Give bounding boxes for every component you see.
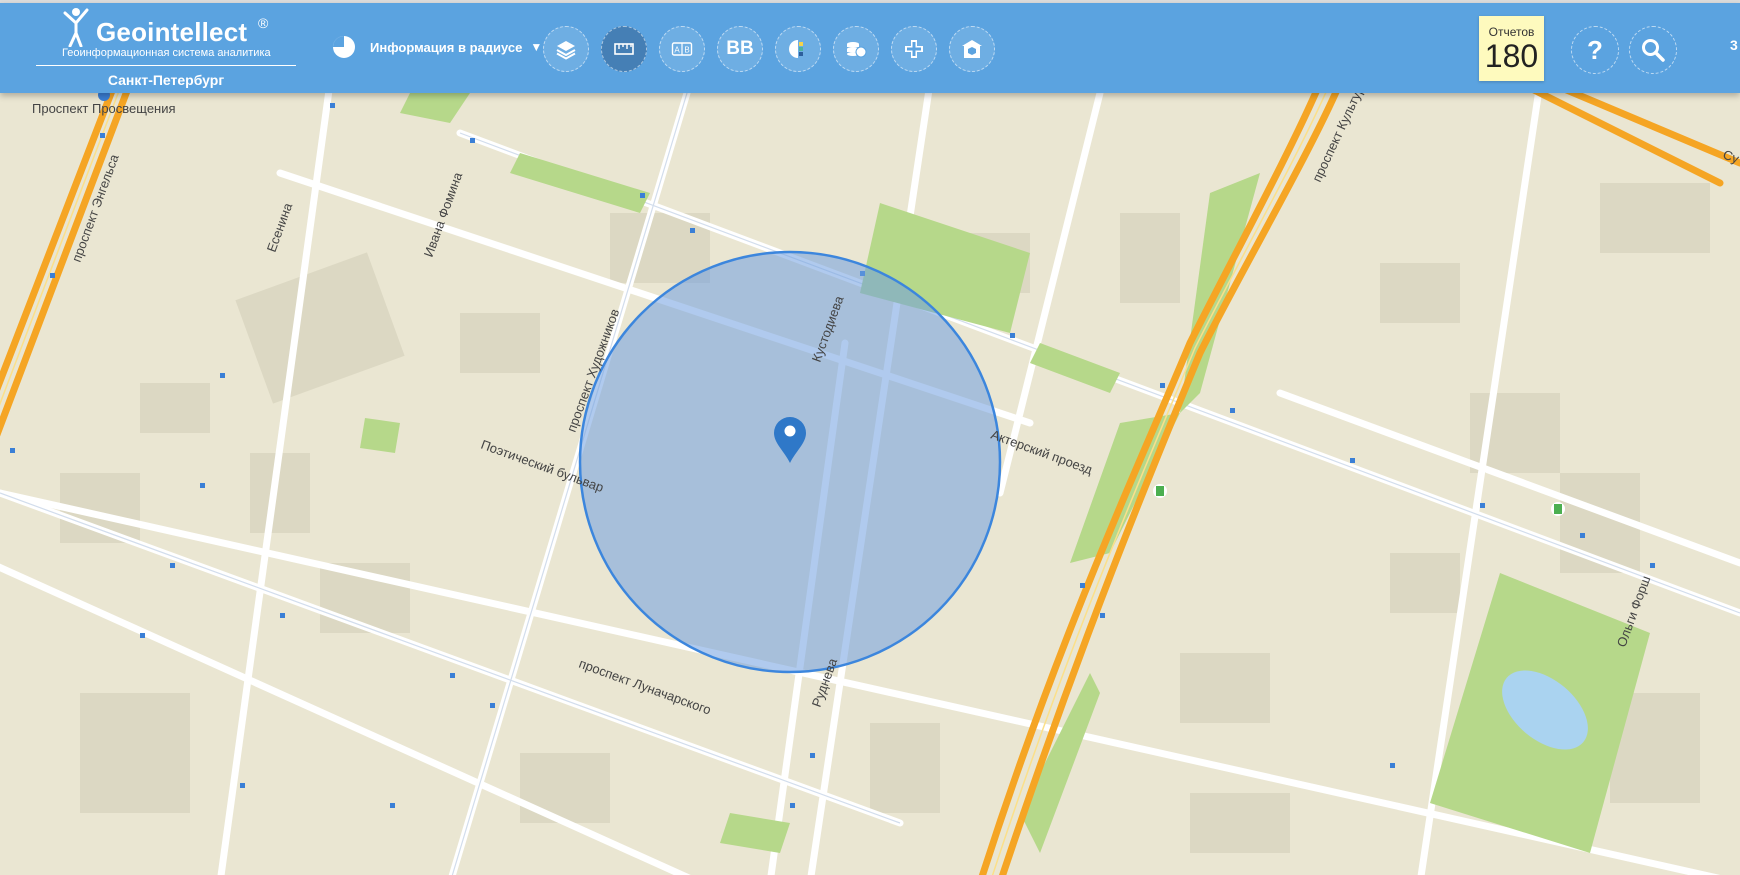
reports-count: 180 <box>1484 38 1539 74</box>
bb-button[interactable]: BB <box>717 26 763 72</box>
info-radius-dropdown[interactable]: Информация в радиусе ▼ <box>332 33 542 61</box>
search-button[interactable] <box>1629 26 1677 74</box>
logo-registered-mark: ® <box>258 15 269 31</box>
reports-counter[interactable]: Отчетов 180 <box>1479 16 1544 81</box>
logo[interactable]: Geointellect ® Геоинформационная система… <box>36 5 296 91</box>
city-selector[interactable]: Санкт-Петербург <box>36 72 296 88</box>
reports-label: Отчетов <box>1488 25 1535 39</box>
fuel-station-icon <box>1551 502 1565 516</box>
medical-button[interactable] <box>891 26 937 72</box>
help-icon: ? <box>1587 34 1603 65</box>
ab-compare-button[interactable]: A B <box>659 26 705 72</box>
logo-divider <box>36 65 296 66</box>
pie-chart-icon <box>333 36 355 58</box>
palette-button[interactable] <box>775 26 821 72</box>
map-canvas[interactable]: Проспект Просвещения проспект Энгельса Е… <box>0 93 1740 875</box>
help-button[interactable]: ? <box>1571 26 1619 74</box>
ab-compare-icon: A B <box>671 42 693 56</box>
svg-text:A: A <box>674 46 680 55</box>
map-svg[interactable]: Проспект Просвещения проспект Энгельса Е… <box>0 93 1740 875</box>
school-icon <box>962 40 982 58</box>
logo-subtitle: Геоинформационная система аналитика <box>62 47 271 59</box>
bb-icon: BB <box>726 38 754 59</box>
user-menu-edge[interactable]: 3 <box>1730 37 1738 53</box>
medical-cross-icon <box>905 40 923 58</box>
layers-icon <box>556 41 576 60</box>
color-palette-icon <box>789 40 803 58</box>
street-label: Проспект Просвещения <box>32 101 176 116</box>
svg-text:B: B <box>684 46 689 55</box>
logo-man-icon <box>63 8 89 47</box>
layers-button[interactable] <box>543 26 589 72</box>
ruler-button[interactable] <box>601 26 647 72</box>
chevron-down-icon: ▼ <box>530 40 543 54</box>
logo-title: Geointellect <box>96 17 248 47</box>
ruler-icon <box>614 43 634 55</box>
coins-icon <box>847 42 867 58</box>
fuel-station-icon <box>1153 484 1167 498</box>
info-radius-label: Информация в радиусе <box>370 39 523 55</box>
finance-button[interactable] <box>833 26 879 72</box>
education-button[interactable] <box>949 26 995 72</box>
search-icon <box>1642 39 1665 62</box>
top-toolbar: Geointellect ® Геоинформационная система… <box>0 3 1740 93</box>
